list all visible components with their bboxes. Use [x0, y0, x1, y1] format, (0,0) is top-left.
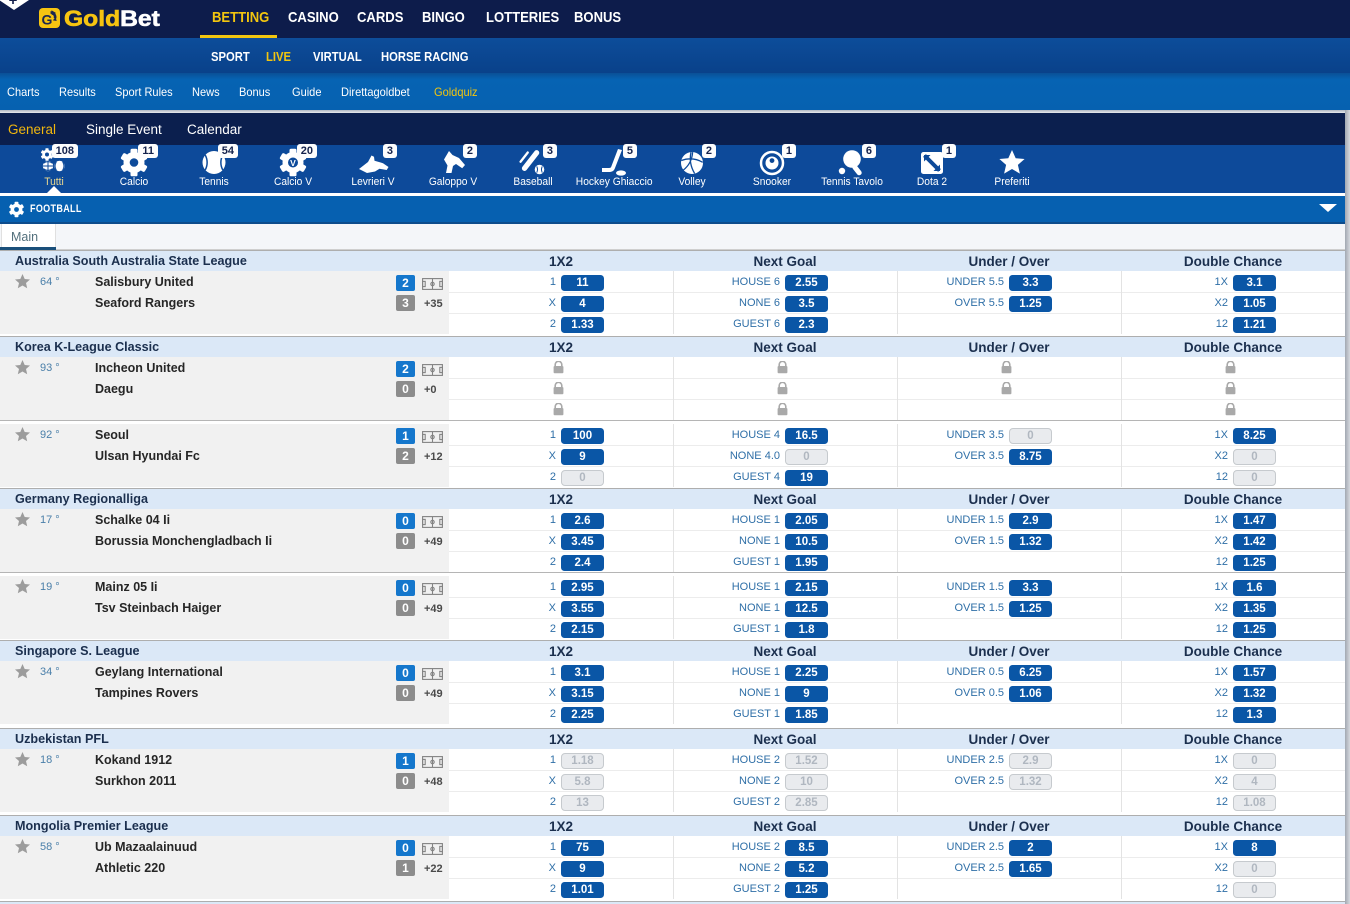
svg-text:G: G — [42, 12, 53, 28]
svg-text:V: V — [290, 158, 296, 168]
